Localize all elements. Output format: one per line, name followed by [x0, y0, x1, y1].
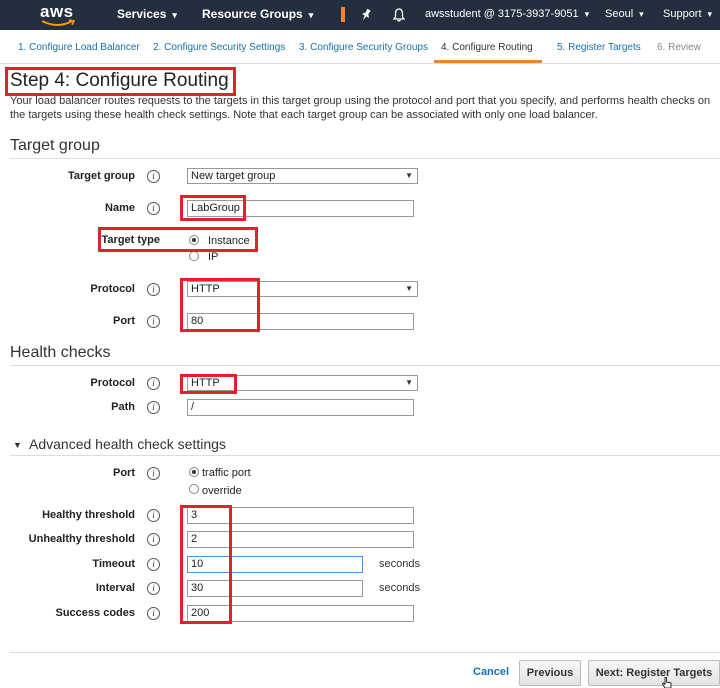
chevron-down-icon: ▾ — [172, 10, 177, 20]
page-description: Your load balancer routes requests to th… — [10, 95, 711, 121]
account-menu[interactable]: awsstudent @ 3175-3937-9051 ▾ — [425, 0, 589, 30]
tab-register-targets[interactable]: 5. Register Targets — [557, 42, 641, 53]
dropdown-arrow-icon: ▼ — [405, 378, 413, 387]
tab-configure-security-groups[interactable]: 3. Configure Security Groups — [299, 42, 428, 53]
interval-unit: seconds — [379, 582, 420, 594]
tab-configure-load-balancer[interactable]: 1. Configure Load Balancer — [18, 42, 140, 53]
chevron-down-icon: ▾ — [639, 9, 644, 19]
cancel-button[interactable]: Cancel — [473, 666, 509, 678]
caret-down-icon[interactable]: ▼ — [13, 440, 22, 450]
aws-logo[interactable]: aws — [40, 2, 80, 28]
timeout-unit: seconds — [379, 558, 420, 570]
footer-divider — [10, 652, 720, 653]
resource-groups-menu[interactable]: Resource Groups ▾ — [202, 0, 313, 30]
traffic-port-label: traffic port — [202, 467, 251, 479]
chevron-down-icon: ▾ — [584, 9, 590, 19]
shortcut-bar-icon[interactable] — [341, 7, 345, 22]
highlight-box-target-type — [98, 227, 258, 252]
override-port-radio[interactable] — [189, 484, 199, 494]
tab-configure-security-settings[interactable]: 2. Configure Security Settings — [153, 42, 285, 53]
info-icon[interactable]: i — [147, 170, 160, 183]
healthy-threshold-label: Healthy threshold — [42, 509, 135, 521]
region-menu[interactable]: Seoul ▾ — [605, 0, 644, 30]
info-icon[interactable]: i — [147, 377, 160, 390]
info-icon[interactable]: i — [147, 283, 160, 296]
support-label: Support — [663, 8, 702, 20]
highlight-box-protocol-port — [180, 278, 260, 332]
traffic-port-radio[interactable] — [189, 467, 199, 477]
active-tab-indicator — [434, 60, 542, 63]
tab-configure-routing[interactable]: 4. Configure Routing — [441, 42, 533, 53]
tab-review[interactable]: 6. Review — [657, 42, 701, 53]
services-label: Services — [117, 7, 167, 21]
highlight-box-health-protocol — [180, 374, 237, 394]
advanced-settings-heading[interactable]: Advanced health check settings — [29, 436, 226, 452]
info-icon[interactable]: i — [147, 582, 160, 595]
highlight-box-advanced-values — [180, 505, 232, 624]
bell-icon[interactable] — [391, 7, 407, 23]
unhealthy-threshold-label: Unhealthy threshold — [28, 533, 135, 545]
path-label: Path — [111, 401, 135, 413]
health-protocol-label: Protocol — [90, 377, 135, 389]
previous-button[interactable]: Previous — [519, 660, 581, 686]
pin-icon[interactable] — [358, 7, 374, 23]
target-group-select-value: New target group — [191, 170, 276, 182]
next-register-targets-button[interactable]: Next: Register Targets — [588, 660, 720, 686]
highlight-box-title — [5, 67, 236, 96]
info-icon[interactable]: i — [147, 558, 160, 571]
region-label: Seoul — [605, 8, 634, 20]
interval-label: Interval — [95, 582, 135, 594]
aws-smile-icon — [41, 19, 75, 26]
info-icon[interactable]: i — [147, 315, 160, 328]
override-port-label: override — [202, 485, 242, 497]
section-divider — [10, 365, 720, 366]
path-input[interactable]: / — [187, 399, 414, 416]
name-label: Name — [105, 202, 135, 214]
target-group-heading: Target group — [10, 137, 100, 154]
chevron-down-icon: ▾ — [707, 9, 713, 19]
protocol-label: Protocol — [90, 283, 135, 295]
info-icon[interactable]: i — [147, 509, 160, 522]
advanced-port-label: Port — [113, 467, 135, 479]
dropdown-arrow-icon: ▼ — [405, 171, 413, 180]
info-icon[interactable]: i — [147, 467, 160, 480]
info-icon[interactable]: i — [147, 202, 160, 215]
health-checks-heading: Health checks — [10, 344, 111, 361]
highlight-box-name — [180, 195, 246, 221]
section-divider — [10, 455, 720, 456]
account-label: awsstudent @ 3175-3937-9051 — [425, 8, 579, 20]
target-group-select[interactable]: New target group ▼ — [187, 168, 418, 184]
support-menu[interactable]: Support ▾ — [663, 0, 712, 30]
chevron-down-icon: ▾ — [308, 10, 314, 20]
info-icon[interactable]: i — [147, 533, 160, 546]
section-divider — [10, 158, 720, 159]
target-group-label: Target group — [67, 170, 135, 182]
timeout-label: Timeout — [92, 558, 135, 570]
wizard-steps: 1. Configure Load Balancer 2. Configure … — [0, 30, 720, 64]
resource-groups-label: Resource Groups — [202, 7, 303, 21]
info-icon[interactable]: i — [147, 401, 160, 414]
success-codes-label: Success codes — [55, 607, 136, 619]
target-type-ip-label: IP — [208, 251, 219, 263]
target-type-ip-radio[interactable] — [189, 251, 199, 261]
hand-cursor-icon — [662, 677, 672, 688]
info-icon[interactable]: i — [147, 607, 160, 620]
port-label: Port — [113, 315, 135, 327]
top-navigation-bar: aws Services ▾ Resource Groups ▾ awsstuden… — [0, 0, 720, 30]
dropdown-arrow-icon: ▼ — [405, 284, 413, 293]
services-menu[interactable]: Services ▾ — [117, 0, 177, 30]
